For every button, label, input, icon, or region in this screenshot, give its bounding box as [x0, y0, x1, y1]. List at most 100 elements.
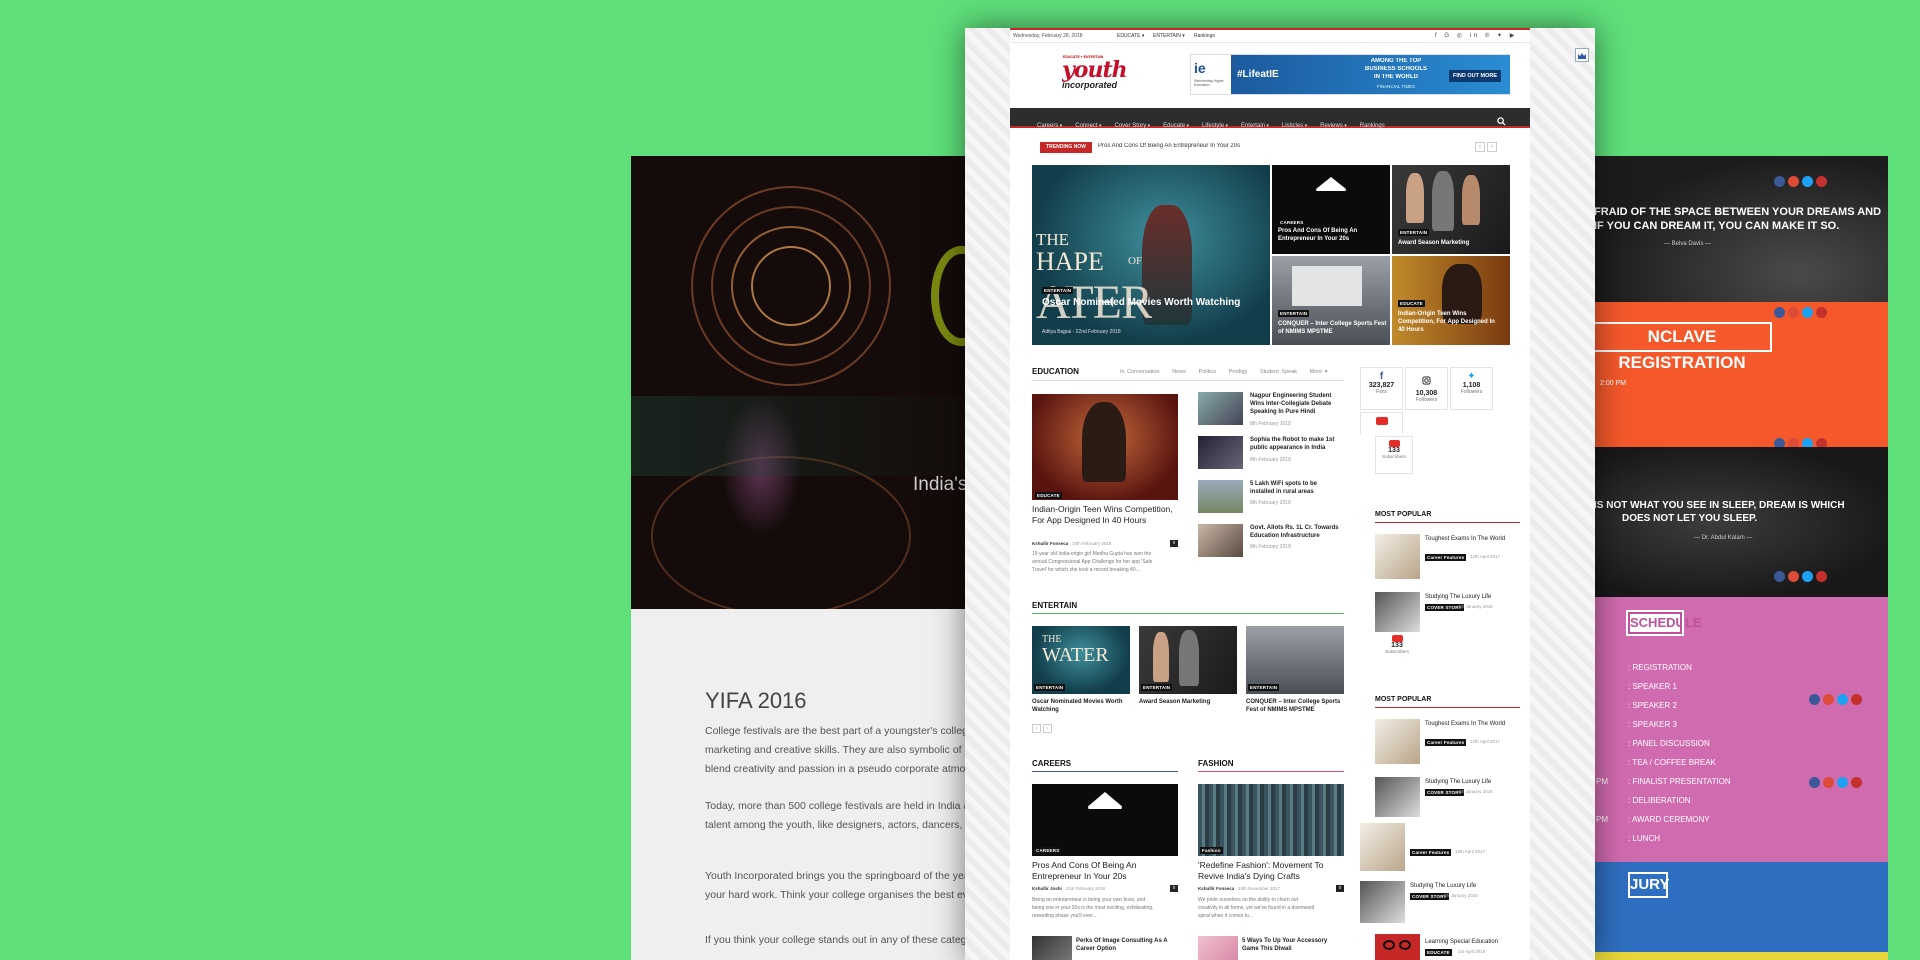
- tile-title[interactable]: Pros And Cons Of Being An Entrepreneur I…: [1278, 227, 1378, 243]
- nav-entertain[interactable]: Entertain: [1241, 123, 1269, 129]
- article-author[interactable]: Kshullir Joshi: [1032, 886, 1062, 891]
- thumb-image[interactable]: [1198, 392, 1243, 425]
- facebook-counter[interactable]: f 323,827 Fans: [1360, 367, 1403, 410]
- youtube-counter[interactable]: 133 Subscribers: [1375, 436, 1413, 474]
- social-icons[interactable]: [1774, 307, 1827, 318]
- category-badge[interactable]: ENTERTAIN: [1248, 684, 1280, 691]
- logo[interactable]: youth: [1062, 58, 1127, 82]
- nav-lifestyle[interactable]: Lifestyle: [1202, 123, 1228, 129]
- thumb-image[interactable]: [1375, 534, 1420, 579]
- top-link-educate[interactable]: EDUCATE ▾: [1117, 33, 1144, 39]
- tab-prodigy[interactable]: Prodigy: [1229, 369, 1248, 375]
- article-title[interactable]: CONQUER – Inter College Sports Fest of N…: [1246, 698, 1344, 714]
- comment-count[interactable]: 0: [1336, 885, 1344, 892]
- trending-next-button[interactable]: ›: [1487, 142, 1497, 152]
- feature-tile[interactable]: ENTERTAIN Award Season Marketing: [1392, 165, 1510, 254]
- article-image[interactable]: CAREERS: [1032, 784, 1178, 856]
- thumb-image[interactable]: [1198, 524, 1243, 557]
- search-icon[interactable]: [1497, 113, 1506, 131]
- category-badge[interactable]: ENTERTAIN: [1042, 287, 1074, 294]
- tab-politics[interactable]: Politics: [1199, 369, 1216, 375]
- tile-title[interactable]: Indian-Origin Teen Wins Competition, For…: [1398, 310, 1498, 334]
- top-link-entertain[interactable]: ENTERTAIN ▾: [1153, 33, 1185, 39]
- popular-title[interactable]: Studying The Luxury Life: [1425, 593, 1515, 601]
- thumb-image[interactable]: [1198, 436, 1243, 469]
- thumb-image[interactable]: [1375, 777, 1420, 817]
- tab-news[interactable]: News: [1172, 369, 1186, 375]
- article-image[interactable]: Fashion: [1198, 784, 1344, 856]
- category-badge[interactable]: ENTERTAIN: [1398, 229, 1430, 236]
- comment-count[interactable]: 0: [1170, 885, 1178, 892]
- trending-prev-button[interactable]: ‹: [1475, 142, 1485, 152]
- feature-tile[interactable]: ENTERTAIN CONQUER – Inter College Sports…: [1272, 256, 1390, 345]
- article-image[interactable]: ENTERTAIN: [1246, 626, 1344, 694]
- thumb-image[interactable]: [1360, 881, 1405, 923]
- nav-reviews[interactable]: Reviews: [1320, 123, 1347, 129]
- category-badge[interactable]: EDUCATE: [1425, 949, 1452, 956]
- thumb-image[interactable]: [1360, 823, 1405, 871]
- tab-student-speak[interactable]: Student Speak: [1260, 369, 1297, 375]
- feature-tile[interactable]: CAREERS Pros And Cons Of Being An Entrep…: [1272, 165, 1390, 254]
- comment-count[interactable]: 0: [1170, 540, 1178, 547]
- social-icons[interactable]: [1809, 777, 1862, 788]
- category-badge[interactable]: ENTERTAIN: [1034, 684, 1066, 691]
- popular-title[interactable]: Learning Special Education: [1425, 938, 1515, 946]
- popular-title[interactable]: Studying The Luxury Life: [1410, 882, 1500, 890]
- tab-more[interactable]: More: [1310, 369, 1323, 375]
- crown-icon[interactable]: [1575, 48, 1589, 62]
- social-icons[interactable]: [1774, 438, 1827, 447]
- twitter-counter[interactable]: ✦ 1,108 Followers: [1450, 367, 1493, 410]
- list-item-title[interactable]: Sophia the Robot to make 1st public appe…: [1250, 436, 1342, 452]
- nav-cover-story[interactable]: Cover Story: [1115, 123, 1151, 129]
- youtube-counter[interactable]: 133 Subscribers: [1380, 632, 1414, 654]
- article-image[interactable]: THE WATER ENTERTAIN: [1032, 626, 1130, 694]
- popular-title[interactable]: Toughest Exams In The World: [1425, 535, 1515, 543]
- category-badge[interactable]: EDUCATE: [1398, 300, 1425, 307]
- article-author[interactable]: Kshullir Fonseca: [1198, 886, 1234, 891]
- thumb-image[interactable]: [1198, 480, 1243, 513]
- category-badge[interactable]: Career Features: [1425, 739, 1467, 746]
- ad-cta-button[interactable]: FIND OUT MORE: [1449, 70, 1501, 82]
- article-author[interactable]: Kshullir Fonseca: [1032, 541, 1068, 546]
- nav-connect[interactable]: Connect: [1075, 123, 1101, 129]
- category-badge[interactable]: CAREERS: [1278, 219, 1305, 226]
- article-title[interactable]: 'Redefine Fashion': Movement To Revive I…: [1198, 860, 1344, 882]
- category-badge[interactable]: CAREERS: [1034, 847, 1062, 854]
- nav-careers[interactable]: Careers: [1037, 123, 1062, 129]
- popular-title[interactable]: Toughest Exams In The World: [1425, 720, 1515, 728]
- article-title[interactable]: Oscar Nominated Movies Worth Watching: [1032, 698, 1130, 714]
- social-icons[interactable]: [1774, 176, 1827, 187]
- article-image[interactable]: ENTERTAIN: [1139, 626, 1237, 694]
- article-title[interactable]: Indian-Origin Teen Wins Competition, For…: [1032, 504, 1178, 526]
- instagram-counter[interactable]: 10,308 Followers: [1405, 367, 1448, 410]
- thumb-image[interactable]: [1375, 719, 1420, 764]
- feature-main[interactable]: THE HAPE OF ATER ENTERTAIN Oscar Nominat…: [1032, 165, 1270, 345]
- ad-banner[interactable]: ie Reinventing Higher Education #LifeatI…: [1190, 54, 1510, 95]
- top-link-rankings[interactable]: Rankings: [1194, 33, 1215, 39]
- article-title[interactable]: Pros And Cons Of Being An Entrepreneur I…: [1032, 860, 1178, 882]
- category-badge[interactable]: ENTERTAIN: [1278, 310, 1310, 317]
- feature-title[interactable]: Oscar Nominated Movies Worth Watching: [1042, 296, 1242, 309]
- feature-tile[interactable]: EDUCATE Indian-Origin Teen Wins Competit…: [1392, 256, 1510, 345]
- tile-title[interactable]: Award Season Marketing: [1398, 239, 1508, 247]
- article-image[interactable]: EDUCATE: [1032, 394, 1178, 500]
- tile-title[interactable]: CONQUER – Inter College Sports Fest of N…: [1278, 320, 1388, 336]
- category-badge[interactable]: Career Features: [1410, 849, 1452, 856]
- list-item-title[interactable]: Nagpur Engineering Student Wins Inter-Co…: [1250, 392, 1342, 416]
- thumb-image[interactable]: [1032, 936, 1072, 960]
- list-item-title[interactable]: Perks Of Image Consulting As A Career Op…: [1076, 937, 1176, 953]
- trending-link[interactable]: Pros And Cons Of Being An Entrepreneur I…: [1098, 143, 1240, 149]
- thumb-image[interactable]: [1375, 592, 1420, 632]
- thumb-image[interactable]: [1198, 936, 1238, 960]
- category-badge[interactable]: EDUCATE: [1035, 492, 1062, 499]
- nav-listicles[interactable]: Listicles: [1282, 123, 1307, 129]
- next-page-button[interactable]: ›: [1043, 724, 1052, 733]
- tab-in-conversation[interactable]: In Conversation: [1120, 369, 1160, 375]
- list-item-title[interactable]: 5 Ways To Up Your Accessory Game This Di…: [1242, 937, 1342, 953]
- nav-educate[interactable]: Educate: [1163, 123, 1189, 129]
- popular-title[interactable]: Studying The Luxury Life: [1425, 778, 1515, 786]
- category-badge[interactable]: Fashion: [1200, 847, 1223, 854]
- category-badge[interactable]: Career Features: [1425, 554, 1467, 561]
- article-title[interactable]: Award Season Marketing: [1139, 698, 1237, 706]
- education-tabs[interactable]: In Conversation News Politics Prodigy St…: [1120, 369, 1328, 375]
